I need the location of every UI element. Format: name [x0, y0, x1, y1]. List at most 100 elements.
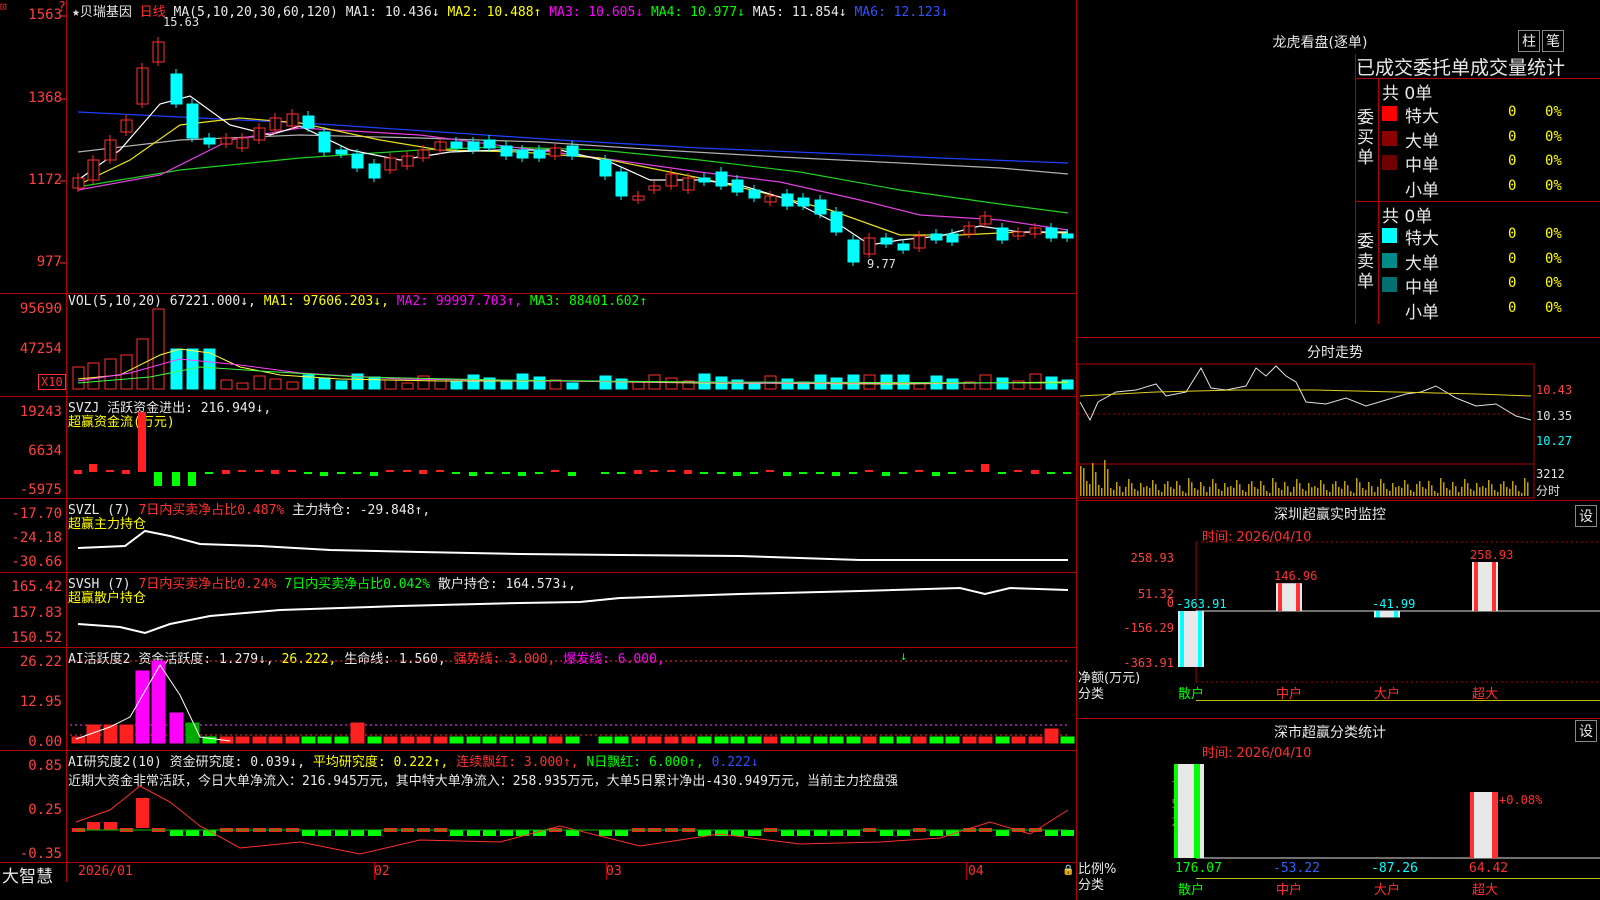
stats-category-label: 超大 — [1472, 883, 1499, 898]
svzj-bar — [419, 470, 427, 474]
sell-row-name: 特大 — [1405, 229, 1439, 249]
intraday-vol-bar — [1236, 480, 1238, 496]
svzj-bar — [222, 470, 230, 474]
volume-bar — [152, 308, 165, 390]
ai1-bar — [119, 724, 134, 744]
tick-mode-button[interactable]: 笔 — [1542, 30, 1564, 52]
intraday-vol-bar — [1380, 479, 1382, 496]
svzj-bar — [1031, 470, 1039, 474]
monitor-bar-edge — [1278, 583, 1282, 611]
price-chart[interactable]: 15.63 9.77 — [0, 0, 1076, 293]
svsh-chart[interactable] — [0, 572, 1076, 647]
intraday-vol-bar — [1182, 491, 1184, 496]
intraday-vol-bar — [1203, 486, 1205, 496]
stats-category-label: 中户 — [1276, 883, 1303, 898]
volume-bar — [665, 377, 678, 390]
ai1-bar — [614, 736, 629, 744]
svzj-bar — [205, 472, 213, 474]
volume-chart[interactable] — [0, 293, 1076, 396]
svzl-chart[interactable] — [0, 498, 1076, 572]
low-mark: 9.77 — [867, 257, 896, 271]
ai2-bar — [830, 830, 843, 836]
intraday-vol-bar — [1089, 484, 1091, 496]
sell-row-name: 大单 — [1405, 253, 1439, 274]
intraday-vol-bar — [1266, 491, 1268, 496]
monitor-axis-label: 0 — [1167, 596, 1174, 610]
volume-bar — [566, 382, 579, 390]
volume-bar — [1029, 373, 1042, 390]
svzj-bars — [74, 412, 1071, 486]
ai1-bar — [532, 736, 547, 744]
svzj-bar — [667, 470, 675, 472]
ai2-bar — [599, 830, 612, 836]
ai1-bar — [1011, 736, 1026, 744]
intraday-vol-bar — [1122, 492, 1124, 496]
sell-row-count: 0 — [1508, 299, 1517, 316]
svzj-bar — [353, 472, 361, 474]
svzj-bar — [948, 472, 956, 474]
volume-bar — [516, 373, 529, 390]
svzj-bar — [799, 472, 807, 474]
svzj-bar — [238, 470, 246, 472]
ai1-chart[interactable]: ↓ — [0, 647, 1076, 750]
intraday-vol-bar — [1482, 486, 1484, 496]
buy-row-count: 0 — [1508, 104, 1517, 120]
intraday-chart[interactable] — [1076, 362, 1600, 500]
monitor-category-label: 超大 — [1472, 687, 1499, 702]
sell-swatch-icon — [1382, 277, 1397, 292]
buy-side-label: 委买单 — [1357, 108, 1374, 168]
monitor-settings-button[interactable]: 设 — [1575, 505, 1597, 527]
intraday-vol-bar — [1422, 487, 1424, 496]
intraday-vol-bar — [1209, 486, 1211, 496]
stats-xlabel: 分类 — [1078, 878, 1105, 893]
svzj-chart[interactable] — [0, 396, 1076, 498]
ai2-bar — [104, 822, 117, 830]
ai2-bar — [500, 830, 513, 836]
svzj-bar — [320, 472, 328, 476]
buy-row-count: 0 — [1508, 153, 1517, 169]
ai1-bar — [912, 736, 927, 744]
volume-bar — [368, 376, 381, 390]
ai2-bar — [566, 830, 579, 836]
ai1-bar — [664, 736, 679, 744]
intraday-vol-bar — [1317, 487, 1319, 496]
monitor-bar-edge — [1474, 562, 1478, 611]
stats-bar-edge — [1194, 764, 1200, 858]
intraday-vol-bar — [1320, 480, 1322, 496]
intraday-vol-bar — [1290, 492, 1292, 496]
sell-row-count: 0 — [1508, 226, 1517, 242]
intraday-vol-bar — [1458, 492, 1460, 496]
intraday-vol-bar — [1281, 489, 1283, 496]
down-arrow-icon: ↓ — [900, 649, 907, 663]
intraday-vol-bar — [1383, 483, 1385, 496]
stats-value-label: 64.42 — [1469, 861, 1509, 876]
stats-chart[interactable]: 7550250 +0.08% — [1076, 760, 1600, 860]
ai2-bar — [615, 830, 628, 836]
intraday-vol-bar — [1164, 484, 1166, 496]
ai1-bar — [301, 736, 316, 744]
stats-settings-button[interactable]: 设 — [1575, 720, 1597, 742]
ai1-bar — [862, 736, 877, 744]
intraday-vol-bar — [1179, 485, 1181, 496]
svzj-bar — [816, 472, 824, 474]
stats-bars — [1174, 764, 1498, 858]
intraday-vol-bar — [1470, 489, 1472, 496]
volume-bar — [401, 382, 414, 390]
monitor-chart[interactable]: 258.9351.320-156.29-363.91 -363.91146.96… — [1076, 540, 1600, 720]
intraday-vol-bar — [1440, 478, 1442, 496]
svzj-bar — [981, 464, 989, 472]
intraday-vol-bar — [1275, 482, 1277, 496]
intraday-vol-bar — [1227, 487, 1229, 496]
ai2-chart[interactable] — [0, 750, 1076, 862]
volume-bar — [897, 374, 910, 390]
brand-footer: 大智慧 — [2, 867, 53, 887]
svzj-bar — [485, 472, 493, 474]
bar-mode-button[interactable]: 柱 — [1518, 30, 1540, 52]
svsh-line — [77, 586, 1069, 635]
intraday-vol-bar — [1284, 482, 1286, 496]
intraday-vol-bar — [1257, 488, 1259, 496]
intraday-vol-bar — [1083, 468, 1085, 496]
volume-bar — [979, 374, 992, 390]
lock-icon[interactable]: 🔒 — [1062, 865, 1074, 876]
ai1-bar — [747, 736, 762, 744]
